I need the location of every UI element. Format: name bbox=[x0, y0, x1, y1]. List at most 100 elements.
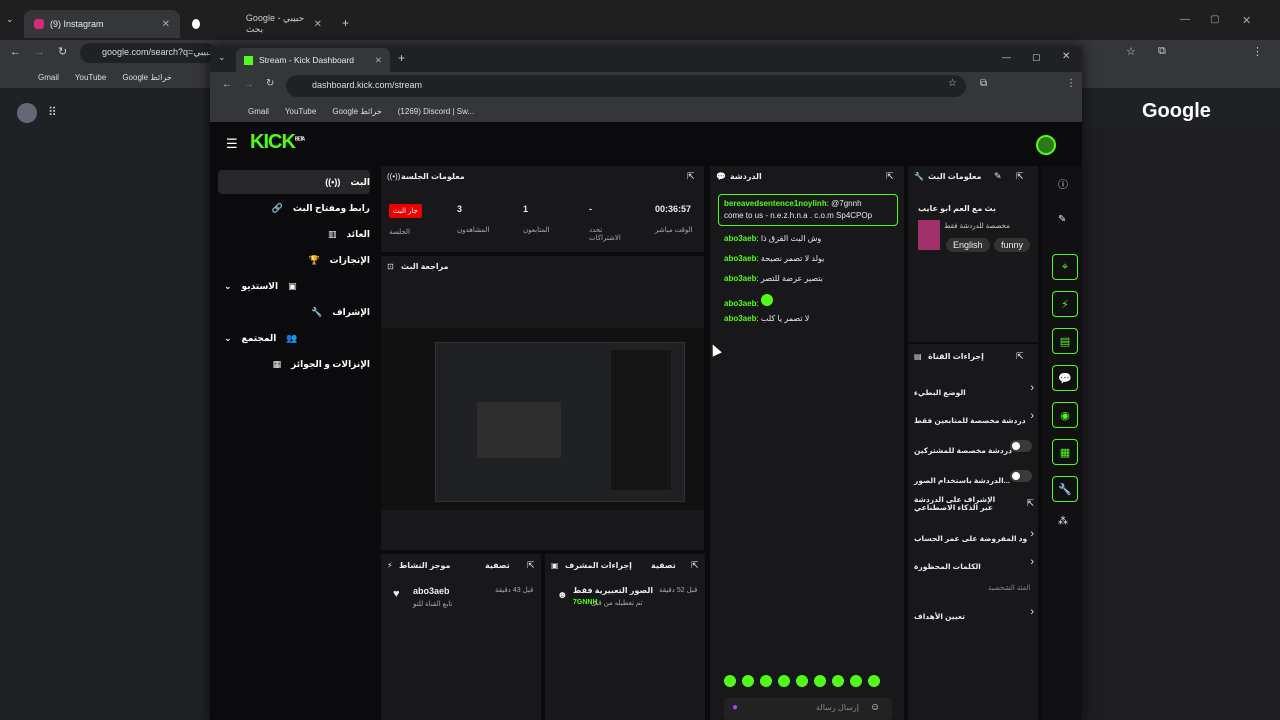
emote-icon[interactable] bbox=[742, 675, 754, 687]
banned-words-row[interactable]: الكلمات المحظورة › bbox=[914, 556, 1034, 574]
tab-search-button[interactable]: ⌄ bbox=[218, 52, 226, 63]
avatar[interactable] bbox=[17, 103, 37, 123]
inner-tab-kick[interactable]: Stream - Kick Dashboard ✕ bbox=[236, 48, 390, 72]
close-window-button[interactable]: ✕ bbox=[1062, 51, 1070, 62]
chat-username[interactable]: abo3aeb bbox=[724, 274, 756, 283]
emote-icon[interactable] bbox=[724, 675, 736, 687]
chat-username[interactable]: abo3aeb bbox=[724, 299, 756, 308]
stream-category[interactable]: مخصصة للدردشة فقط bbox=[944, 222, 1010, 230]
forward-icon[interactable]: → bbox=[244, 79, 254, 90]
edit-icon[interactable]: ✎ bbox=[994, 171, 1002, 182]
sidebar-item-drops[interactable]: ▦ الإنزالات و الجوائز bbox=[218, 352, 370, 376]
apps-grid-icon[interactable]: ⠿ bbox=[48, 105, 57, 119]
reload-icon[interactable]: ↻ bbox=[58, 45, 67, 58]
popout-icon[interactable]: ⇱ bbox=[691, 560, 699, 571]
sidebar-item-stream[interactable]: ((•)) البث bbox=[218, 170, 370, 194]
forward-icon[interactable]: → bbox=[34, 46, 45, 58]
chat-icon[interactable]: 💬 bbox=[1052, 365, 1078, 391]
popout-icon[interactable]: ⇱ bbox=[1016, 171, 1024, 182]
menu-icon[interactable]: ⋮ bbox=[1252, 45, 1263, 58]
focus-icon[interactable]: ⌖ bbox=[1052, 254, 1078, 280]
bookmark-maps[interactable]: Google خرائط bbox=[332, 107, 381, 116]
user-avatar[interactable] bbox=[1036, 135, 1056, 155]
close-icon[interactable]: ✕ bbox=[314, 19, 322, 30]
category-thumbnail[interactable] bbox=[918, 220, 940, 250]
set-goals-row[interactable]: تعيين الأهداف › bbox=[914, 606, 1034, 624]
emote-icon[interactable] bbox=[868, 675, 880, 687]
outer-tab-instagram[interactable]: (9) Instagram ✕ bbox=[24, 10, 180, 38]
maximize-button[interactable]: ▢ bbox=[1032, 52, 1041, 63]
bookmark-discord[interactable]: (1269) Discord | Sw... bbox=[398, 107, 474, 116]
mod-action-user[interactable]: 7GNNH bbox=[573, 599, 598, 606]
sidebar-item-stream-key[interactable]: 🔗 رابط ومفتاح البث bbox=[218, 196, 370, 220]
bookmark-youtube[interactable]: YouTube bbox=[285, 107, 316, 116]
close-icon[interactable]: ✕ bbox=[162, 19, 170, 30]
chat-username[interactable]: abo3aeb bbox=[724, 234, 756, 243]
slow-mode-row[interactable]: الوضع البطيء › bbox=[914, 382, 1034, 400]
emotes-only-toggle[interactable] bbox=[1010, 470, 1032, 482]
extensions-icon[interactable]: ⧉ bbox=[1158, 45, 1166, 58]
sidebar-item-achievements[interactable]: 🏆 الإنجازات bbox=[218, 248, 370, 272]
emote-icon[interactable] bbox=[778, 675, 790, 687]
bookmark-gmail[interactable]: Gmail bbox=[38, 73, 59, 82]
popout-icon[interactable]: ⇱ bbox=[687, 171, 695, 182]
reload-icon[interactable]: ↻ bbox=[266, 78, 274, 89]
popout-icon[interactable]: ⇱ bbox=[527, 560, 535, 571]
minimize-button[interactable]: — bbox=[1180, 14, 1190, 25]
chat-input[interactable]: ● إرسال رسالة ☺ bbox=[724, 698, 892, 720]
add-widget-icon[interactable]: ⁂ bbox=[1058, 516, 1068, 527]
tag-pill[interactable]: English bbox=[946, 238, 990, 252]
info-icon[interactable]: ⓘ bbox=[1058, 176, 1068, 191]
mod-filter-button[interactable]: تصفية bbox=[651, 561, 676, 570]
outer-tab-google[interactable]: Google - حبيبي بحث ✕ bbox=[182, 10, 332, 38]
chat-username[interactable]: abo3aeb bbox=[724, 254, 756, 263]
stream-preview-video[interactable] bbox=[381, 328, 704, 510]
edit-icon[interactable]: ✎ bbox=[1058, 214, 1066, 225]
document-icon[interactable]: ▤ bbox=[1052, 328, 1078, 354]
star-icon[interactable]: ☆ bbox=[1126, 45, 1136, 58]
star-icon[interactable]: ☆ bbox=[948, 78, 957, 89]
activity-filter-button[interactable]: تصفية bbox=[485, 561, 510, 570]
kick-logo[interactable]: KICKBETA bbox=[250, 131, 305, 154]
sidebar-item-revenue[interactable]: ▥ العائد bbox=[218, 222, 370, 246]
bookmark-gmail[interactable]: Gmail bbox=[248, 107, 269, 116]
close-window-button[interactable]: ✕ bbox=[1242, 14, 1251, 27]
sidebar-item-moderation[interactable]: 🔧 الإشراف bbox=[218, 300, 370, 324]
minimize-button[interactable]: — bbox=[1002, 52, 1011, 62]
back-icon[interactable]: ← bbox=[10, 46, 21, 58]
subscribers-only-toggle[interactable] bbox=[1010, 440, 1032, 452]
followers-only-row[interactable]: دردشة مخصصة للمتابعين فقط › bbox=[914, 410, 1034, 428]
pinned-user[interactable]: bereavedsentence1noylinh bbox=[724, 199, 827, 208]
wrench-icon[interactable]: 🔧 bbox=[1052, 476, 1078, 502]
broadcast-icon[interactable]: ◉ bbox=[1052, 402, 1078, 428]
emote-icon[interactable] bbox=[832, 675, 844, 687]
inner-url-field[interactable]: dashboard.kick.com/stream bbox=[286, 75, 966, 97]
popout-icon[interactable]: ⇱ bbox=[886, 171, 894, 182]
emote-icon[interactable] bbox=[760, 675, 772, 687]
sidebar-item-community[interactable]: ⌄ المجتمع 👥 bbox=[218, 326, 370, 350]
sidebar-item-studio[interactable]: ⌄ الاستديو ▣ bbox=[218, 274, 370, 298]
bookmark-maps[interactable]: Google خرائط bbox=[122, 73, 171, 82]
new-tab-button[interactable]: + bbox=[342, 16, 349, 30]
pinned-message[interactable]: bereavedsentence1noylinh: @7gnnh come to… bbox=[718, 194, 898, 226]
layout-icon[interactable]: ▦ bbox=[1052, 439, 1078, 465]
lightning-icon[interactable]: ⚡ bbox=[1052, 291, 1078, 317]
ai-moderation-row[interactable]: الإشراف على الدردشة عبر الذكاء الاصطناعي… bbox=[914, 496, 1034, 518]
activity-user[interactable]: abo3aeb bbox=[413, 586, 450, 596]
new-tab-button[interactable]: + bbox=[398, 51, 405, 65]
emote-icon[interactable] bbox=[796, 675, 808, 687]
bookmark-youtube[interactable]: YouTube bbox=[75, 73, 106, 82]
popout-icon[interactable]: ⇱ bbox=[1016, 351, 1024, 362]
outer-url-field[interactable]: google.com/search?q=حبيبي bbox=[80, 43, 216, 63]
tab-search-button[interactable]: ⌄ bbox=[6, 14, 20, 28]
maximize-button[interactable]: ▢ bbox=[1210, 14, 1219, 25]
emoji-icon[interactable]: ☺ bbox=[870, 702, 880, 713]
menu-icon[interactable]: ⋮ bbox=[1066, 78, 1076, 89]
emote-icon[interactable] bbox=[850, 675, 862, 687]
account-age-row[interactable]: ود المفروضة على عمر الحساب › bbox=[914, 528, 1034, 546]
microphone-icon[interactable]: ● bbox=[732, 702, 738, 713]
tag-pill[interactable]: funny bbox=[994, 238, 1031, 252]
close-icon[interactable]: ✕ bbox=[375, 55, 382, 66]
back-icon[interactable]: ← bbox=[222, 79, 232, 90]
extensions-icon[interactable]: ⧉ bbox=[980, 78, 987, 89]
